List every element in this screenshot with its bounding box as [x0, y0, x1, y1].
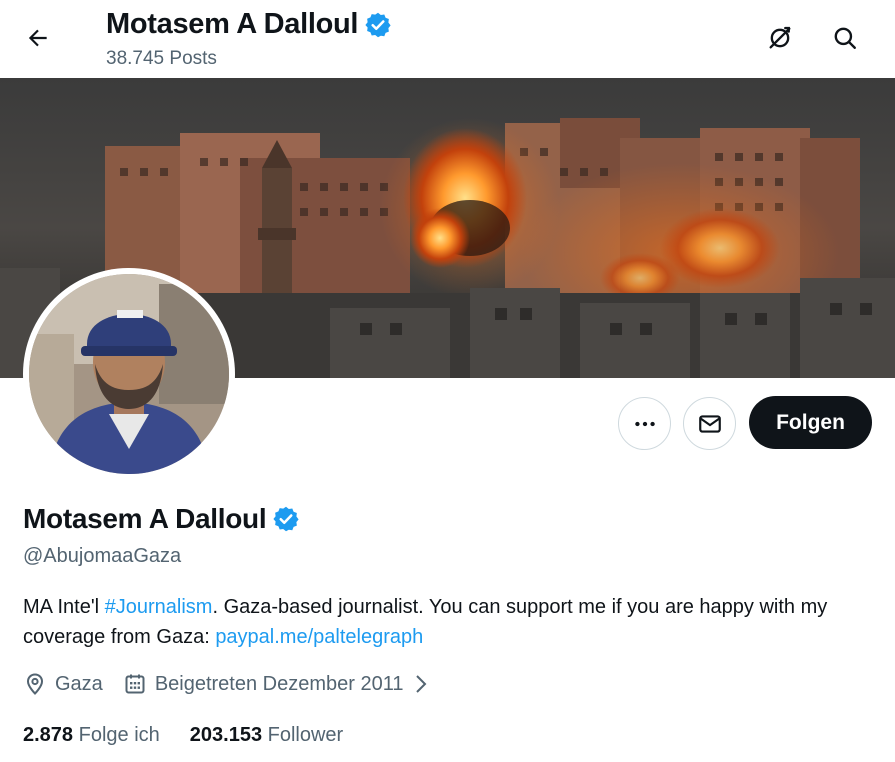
profile-name: Motasem A Dalloul — [23, 503, 267, 534]
joined-item[interactable]: Beigetreten Dezember 2011 — [123, 672, 430, 696]
location-item: Gaza — [23, 672, 103, 696]
followers-count: 203.153 — [189, 724, 263, 746]
more-icon — [634, 421, 655, 426]
header-name: Motasem A Dalloul — [106, 8, 359, 40]
mail-icon — [698, 414, 721, 433]
profile-name-row: Motasem A Dalloul — [23, 503, 300, 535]
bio-text-1: MA Inte'l — [23, 596, 105, 618]
followers-stat[interactable]: 203.153 Follower — [190, 724, 343, 747]
paypal-link[interactable]: paypal.me/paltelegraph — [215, 626, 423, 648]
following-label: Folge ich — [78, 724, 160, 746]
location-pin-icon — [26, 673, 44, 695]
follow-stats: 2.878 Folge ich 203.153 Follower — [23, 724, 373, 747]
profile-handle: @AbujomaaGaza — [23, 545, 182, 567]
location-text: Gaza — [55, 672, 103, 695]
profile-avatar[interactable] — [23, 268, 235, 480]
hashtag-link[interactable]: #Journalism — [105, 596, 213, 618]
follow-button[interactable]: Folgen — [749, 396, 872, 449]
more-options-button[interactable] — [618, 397, 671, 450]
avatar-photo — [29, 274, 229, 474]
followers-label: Follower — [267, 724, 344, 746]
verified-badge-icon — [365, 12, 391, 37]
back-button[interactable] — [18, 18, 58, 58]
profile-header-bar: Motasem A Dalloul 38.745 Posts — [0, 0, 895, 78]
header-title: Motasem A Dalloul — [106, 8, 392, 41]
post-count: 38.745 Posts — [106, 48, 217, 69]
profile-meta: Gaza Beigetreten Dezember 2011 — [23, 672, 449, 696]
chevron-right-icon — [416, 675, 427, 693]
profile-bio: MA Inte'l #Journalism. Gaza-based journa… — [23, 592, 883, 652]
calendar-icon — [125, 674, 145, 694]
search-button[interactable] — [825, 18, 865, 58]
joined-text: Beigetreten Dezember 2011 — [154, 672, 404, 695]
following-count: 2.878 — [23, 724, 74, 746]
bell-off-icon — [769, 26, 791, 49]
search-icon — [834, 27, 856, 49]
arrow-left-icon — [28, 29, 47, 47]
following-stat[interactable]: 2.878 Folge ich — [23, 724, 160, 747]
verified-badge-icon[interactable] — [272, 505, 300, 533]
message-button[interactable] — [683, 397, 736, 450]
notifications-off-button[interactable] — [760, 18, 800, 58]
